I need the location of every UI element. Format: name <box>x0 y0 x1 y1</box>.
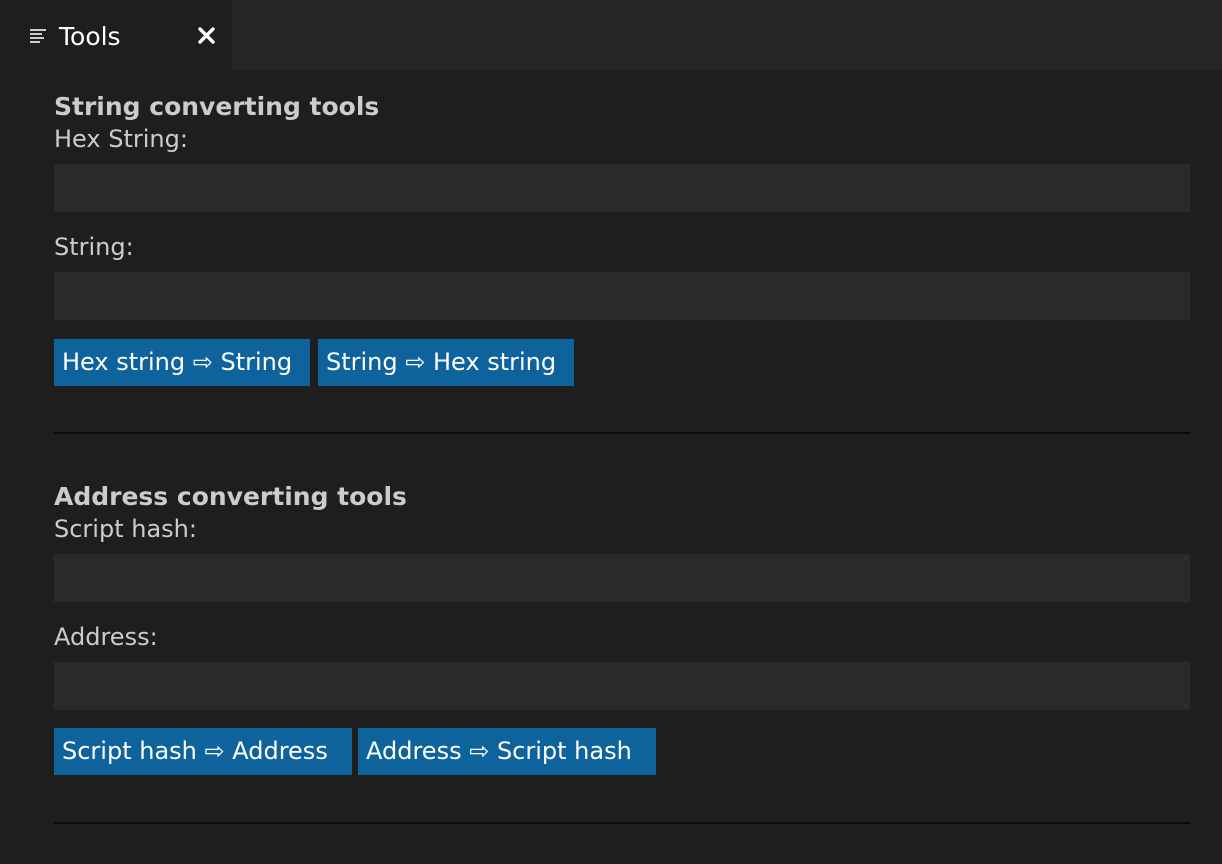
section-divider <box>54 432 1190 434</box>
hex-string-input[interactable] <box>54 164 1190 212</box>
tab-bar: Tools <box>0 0 1222 70</box>
hex-string-label: Hex String: <box>54 125 188 153</box>
tab-title: Tools <box>59 22 121 51</box>
address-tools-title: Address converting tools <box>54 482 407 511</box>
section-divider <box>54 822 1190 824</box>
script-hash-to-address-button[interactable]: Script hash ⇨ Address <box>54 728 352 775</box>
tab-bar-empty-area <box>232 0 1217 70</box>
list-icon <box>29 28 47 46</box>
script-hash-label: Script hash: <box>54 515 197 543</box>
string-label: String: <box>54 233 134 261</box>
close-icon[interactable] <box>194 22 220 50</box>
address-label: Address: <box>54 623 158 651</box>
tab-tools[interactable]: Tools <box>0 0 232 70</box>
address-to-script-hash-button[interactable]: Address ⇨ Script hash <box>358 728 656 775</box>
string-to-hex-button[interactable]: String ⇨ Hex string <box>318 339 574 386</box>
address-input[interactable] <box>54 662 1190 710</box>
hex-to-string-button[interactable]: Hex string ⇨ String <box>54 339 310 386</box>
string-tools-title: String converting tools <box>54 92 380 121</box>
script-hash-input[interactable] <box>54 554 1190 602</box>
string-input[interactable] <box>54 272 1190 320</box>
